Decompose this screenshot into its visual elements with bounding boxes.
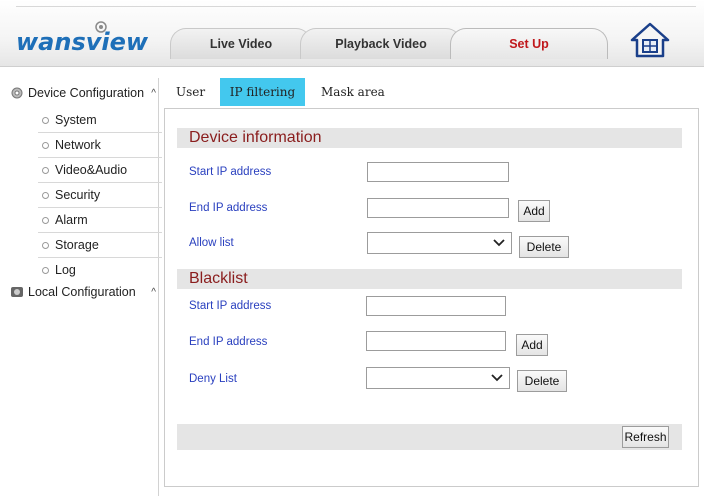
tab-set-up-label: Set Up	[509, 37, 549, 51]
sidebar-item-security[interactable]: Security	[38, 183, 162, 208]
tab-set-up[interactable]: Set Up	[450, 28, 608, 59]
sidebar-item-label: Video&Audio	[55, 163, 128, 177]
tab-user-label: User	[176, 85, 206, 99]
sidebar-item-label: Security	[55, 188, 101, 202]
home-icon[interactable]	[630, 22, 670, 60]
device-information-header: Device information	[177, 128, 682, 148]
tab-mask-area[interactable]: Mask area	[321, 78, 385, 106]
refresh-button[interactable]: Refresh	[622, 426, 669, 448]
local-config-icon	[11, 287, 23, 297]
bullet-icon	[42, 116, 49, 124]
collapse-caret-icon[interactable]: ^	[151, 88, 156, 99]
sidebar-item-log[interactable]: Log	[38, 258, 162, 282]
allow-start-ip-label: Start IP address	[189, 166, 272, 178]
sidebar-device-configuration-label: Device Configuration	[28, 86, 145, 100]
tab-ip-filtering-label: IP filtering	[229, 85, 296, 99]
sidebar-local-configuration-label: Local Configuration	[28, 285, 136, 299]
sidebar-item-label: Network	[55, 138, 101, 152]
bullet-icon	[42, 141, 49, 149]
logo-text: wansview	[16, 28, 149, 56]
bullet-icon	[42, 241, 49, 249]
bullet-icon	[42, 266, 49, 274]
tab-user[interactable]: User	[176, 78, 205, 106]
sidebar-local-configuration[interactable]: Local Configuration ^	[10, 285, 156, 299]
deny-add-button[interactable]: Add	[516, 334, 548, 356]
bullet-icon	[42, 216, 49, 224]
bullet-icon	[42, 191, 49, 199]
tab-playback-video[interactable]: Playback Video	[300, 28, 462, 59]
deny-start-ip-input[interactable]	[366, 296, 506, 316]
chevron-down-icon	[491, 374, 503, 382]
sidebar-item-alarm[interactable]: Alarm	[38, 208, 162, 233]
tab-playback-video-label: Playback Video	[335, 37, 427, 51]
bullet-icon	[42, 166, 49, 174]
deny-list-select[interactable]	[366, 367, 510, 389]
allow-list-label: Allow list	[189, 237, 234, 249]
deny-end-ip-label: End IP address	[189, 336, 268, 348]
gear-icon	[11, 87, 23, 99]
section-title: Blacklist	[189, 270, 248, 287]
wansview-logo: wansview	[14, 20, 164, 56]
sidebar-item-label: Storage	[55, 238, 99, 252]
allow-end-ip-label: End IP address	[189, 202, 268, 214]
section-title: Device information	[189, 129, 322, 146]
action-bar	[177, 424, 682, 450]
sidebar-item-network[interactable]: Network	[38, 133, 162, 158]
allow-list-select[interactable]	[367, 232, 512, 254]
allow-end-ip-input[interactable]	[367, 198, 509, 218]
sidebar-item-system[interactable]: System	[38, 108, 162, 133]
sidebar-item-label: System	[55, 113, 97, 127]
collapse-caret-icon[interactable]: ^	[151, 287, 156, 298]
deny-delete-button[interactable]: Delete	[517, 370, 567, 392]
sidebar-item-storage[interactable]: Storage	[38, 233, 162, 258]
tab-ip-filtering[interactable]: IP filtering	[220, 78, 305, 106]
sidebar-item-video-audio[interactable]: Video&Audio	[38, 158, 162, 183]
sidebar: Device Configuration ^ System Network Vi…	[6, 78, 162, 496]
sidebar-device-configuration[interactable]: Device Configuration ^	[10, 86, 156, 100]
allow-start-ip-input[interactable]	[367, 162, 509, 182]
sidebar-item-label: Alarm	[55, 213, 88, 227]
tab-live-video[interactable]: Live Video	[170, 28, 312, 59]
allow-add-button[interactable]: Add	[518, 200, 550, 222]
tab-mask-area-label: Mask area	[321, 85, 385, 99]
deny-end-ip-input[interactable]	[366, 331, 506, 351]
chevron-down-icon	[493, 239, 505, 247]
top-divider	[16, 6, 696, 7]
tab-live-video-label: Live Video	[209, 37, 273, 51]
deny-start-ip-label: Start IP address	[189, 300, 272, 312]
sidebar-item-label: Log	[55, 263, 76, 277]
deny-list-label: Deny List	[189, 373, 237, 385]
allow-delete-button[interactable]: Delete	[519, 236, 569, 258]
blacklist-header: Blacklist	[177, 269, 682, 289]
